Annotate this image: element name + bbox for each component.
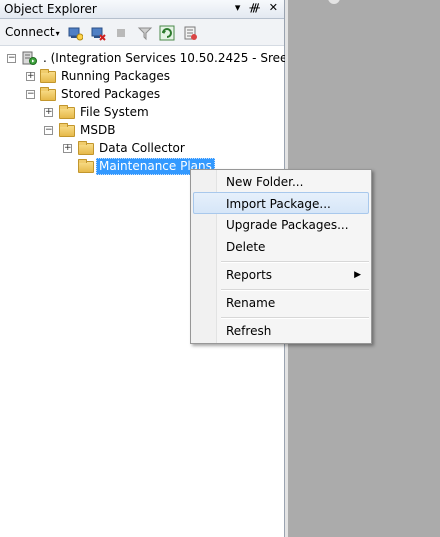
menu-item-label: New Folder...	[226, 175, 304, 189]
folder-icon	[40, 69, 56, 83]
folder-icon	[59, 123, 75, 137]
menu-item-label: Delete	[226, 240, 266, 254]
expand-icon[interactable]: +	[63, 144, 72, 153]
menu-item-rename[interactable]: Rename	[193, 292, 369, 314]
stop-icon[interactable]	[112, 24, 129, 41]
menu-item-refresh[interactable]: Refresh	[193, 320, 369, 342]
menu-item-import-package[interactable]: Import Package...	[193, 192, 369, 214]
folder-icon	[78, 159, 94, 173]
tree-node-running-packages[interactable]: + Running Packages	[0, 67, 284, 85]
tree-node-msdb[interactable]: − MSDB	[0, 121, 284, 139]
menu-item-label: Refresh	[226, 324, 272, 338]
expand-icon[interactable]: +	[44, 108, 53, 117]
tree-node-stored-packages[interactable]: − Stored Packages	[0, 85, 284, 103]
menu-separator	[221, 289, 369, 291]
expand-icon[interactable]: +	[26, 72, 35, 81]
menu-item-label: Upgrade Packages...	[226, 218, 349, 232]
corner-decoration	[328, 0, 340, 4]
menu-item-delete[interactable]: Delete	[193, 236, 369, 258]
collapse-icon[interactable]: −	[7, 54, 16, 63]
collapse-icon[interactable]: −	[26, 90, 35, 99]
script-icon[interactable]	[181, 24, 198, 41]
context-menu: New Folder... Import Package... Upgrade …	[190, 169, 372, 344]
tree-node-label: Data Collector	[99, 141, 185, 155]
connect-button[interactable]: Connect▾	[5, 25, 60, 39]
menu-item-upgrade-packages[interactable]: Upgrade Packages...	[193, 214, 369, 236]
folder-icon	[40, 87, 56, 101]
object-explorer-toolbar: Connect▾	[0, 19, 284, 46]
disconnect-icon[interactable]	[89, 24, 106, 41]
menu-item-label: Import Package...	[226, 197, 331, 211]
panel-title: Object Explorer	[4, 2, 97, 16]
menu-item-label: Reports	[226, 268, 273, 282]
tree-node-label: MSDB	[80, 123, 116, 137]
tree-node-label: Stored Packages	[61, 87, 161, 101]
folder-icon	[59, 105, 75, 119]
tree-node-file-system[interactable]: + File System	[0, 103, 284, 121]
connect-label: Connect	[5, 25, 55, 39]
connect-object-explorer-icon[interactable]	[66, 24, 83, 41]
refresh-icon[interactable]	[158, 24, 175, 41]
auto-hide-pin-icon[interactable]: ᚍ	[249, 1, 259, 14]
menu-separator	[221, 317, 369, 319]
tree-node-data-collector[interactable]: + Data Collector	[0, 139, 284, 157]
submenu-arrow-icon: ▶	[354, 270, 361, 280]
menu-item-new-folder[interactable]: New Folder...	[193, 171, 369, 193]
collapse-icon[interactable]: −	[44, 126, 53, 135]
window-position-dropdown-icon[interactable]: ▾	[235, 1, 241, 14]
menu-separator	[221, 261, 369, 263]
menu-item-label: Rename	[226, 296, 276, 310]
tree-node-root[interactable]: − . (Integration Services 10.50.2425 - S…	[0, 49, 329, 67]
tree-node-label: File System	[80, 105, 149, 119]
filter-icon[interactable]	[136, 24, 153, 41]
panel-titlebar: Object Explorer ▾ ᚍ ✕	[0, 0, 284, 19]
menu-item-reports[interactable]: Reports ▶	[193, 264, 369, 286]
chevron-down-icon: ▾	[55, 29, 60, 38]
folder-icon	[78, 141, 94, 155]
close-icon[interactable]: ✕	[269, 1, 278, 14]
tree-node-label: Running Packages	[61, 69, 170, 83]
